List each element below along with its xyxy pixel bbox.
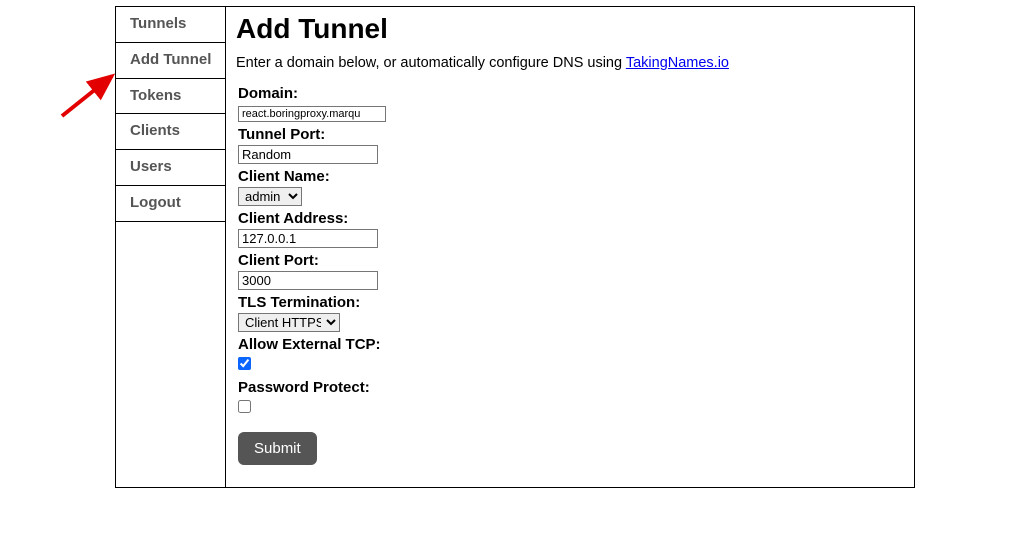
main-content: Add Tunnel Enter a domain below, or auto…: [226, 7, 914, 487]
sidebar: Tunnels Add Tunnel Tokens Clients Users …: [116, 7, 226, 487]
client-port-input[interactable]: [238, 271, 378, 290]
sidebar-item-tokens[interactable]: Tokens: [116, 79, 225, 115]
sidebar-item-label: Users: [130, 158, 172, 175]
password-protect-checkbox[interactable]: [238, 400, 251, 413]
domain-input[interactable]: [238, 106, 386, 122]
domain-label: Domain:: [238, 85, 904, 102]
sidebar-item-label: Tunnels: [130, 15, 186, 32]
client-name-label: Client Name:: [238, 168, 904, 185]
takingnames-link[interactable]: TakingNames.io: [626, 55, 729, 71]
intro-prefix: Enter a domain below, or automatically c…: [236, 55, 626, 71]
client-address-label: Client Address:: [238, 210, 904, 227]
tls-termination-select[interactable]: Client HTTPS: [238, 313, 340, 332]
intro-text: Enter a domain below, or automatically c…: [236, 55, 904, 71]
add-tunnel-form: Domain: Tunnel Port: Client Name: admin …: [236, 85, 904, 465]
password-protect-label: Password Protect:: [238, 379, 904, 396]
sidebar-item-tunnels[interactable]: Tunnels: [116, 7, 225, 43]
sidebar-item-users[interactable]: Users: [116, 150, 225, 186]
client-name-select[interactable]: admin: [238, 187, 302, 206]
client-address-input[interactable]: [238, 229, 378, 248]
allow-external-tcp-label: Allow External TCP:: [238, 336, 904, 353]
submit-button[interactable]: Submit: [238, 432, 317, 465]
sidebar-item-add-tunnel[interactable]: Add Tunnel: [116, 43, 225, 79]
tls-termination-label: TLS Termination:: [238, 294, 904, 311]
client-port-label: Client Port:: [238, 252, 904, 269]
sidebar-item-label: Clients: [130, 122, 180, 139]
allow-external-tcp-checkbox[interactable]: [238, 357, 251, 370]
page-title: Add Tunnel: [236, 13, 904, 45]
app-frame: Tunnels Add Tunnel Tokens Clients Users …: [115, 6, 915, 488]
sidebar-item-label: Tokens: [130, 87, 181, 104]
tunnel-port-label: Tunnel Port:: [238, 126, 904, 143]
sidebar-item-label: Logout: [130, 194, 181, 211]
sidebar-item-logout[interactable]: Logout: [116, 186, 225, 222]
sidebar-item-label: Add Tunnel: [130, 51, 211, 68]
tunnel-port-input[interactable]: [238, 145, 378, 164]
sidebar-item-clients[interactable]: Clients: [116, 114, 225, 150]
